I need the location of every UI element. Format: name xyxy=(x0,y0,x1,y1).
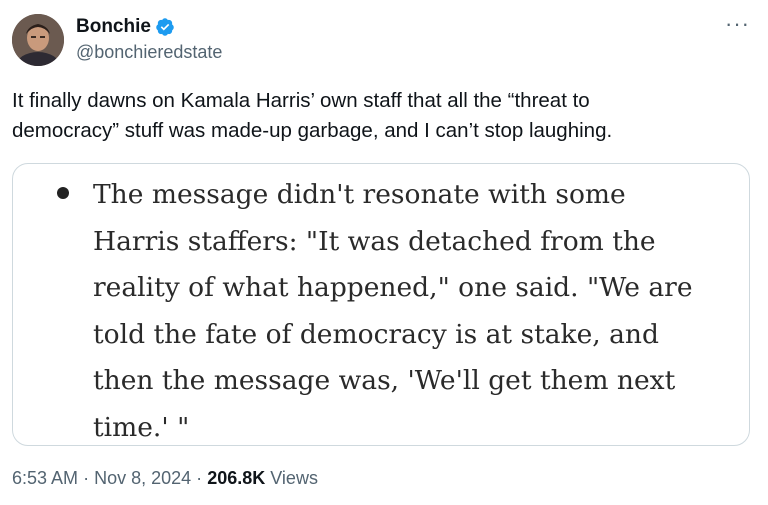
more-options-icon[interactable]: ··· xyxy=(725,13,750,35)
quote-text: The message didn't resonate with some Ha… xyxy=(93,172,733,445)
avatar[interactable] xyxy=(12,14,64,66)
meta-separator: · xyxy=(196,468,203,488)
author-handle[interactable]: @bonchieredstate xyxy=(76,42,222,63)
quote-line: The message didn't resonate with some xyxy=(93,179,626,210)
tweet: Bonchie @bonchieredstate ··· It finally … xyxy=(0,0,768,505)
quote-line: reality of what happened," one said. "We… xyxy=(93,272,693,303)
avatar-image xyxy=(12,14,64,66)
tweet-meta: 6:53 AM · Nov 8, 2024 · 206.8K Views xyxy=(12,468,318,489)
quoted-image-card[interactable]: The message didn't resonate with some Ha… xyxy=(12,163,750,446)
tweet-date[interactable]: Nov 8, 2024 xyxy=(94,468,191,488)
views-label: Views xyxy=(270,468,318,488)
tweet-header: Bonchie @bonchieredstate ··· xyxy=(12,12,756,68)
display-name[interactable]: Bonchie xyxy=(76,16,151,38)
display-name-row: Bonchie xyxy=(76,14,222,40)
views-count: 206.8K xyxy=(207,468,266,488)
author-names: Bonchie @bonchieredstate xyxy=(76,14,222,63)
meta-separator: · xyxy=(83,468,90,488)
verified-badge-icon[interactable] xyxy=(155,17,175,37)
quote-line: Harris staffers: "It was detached from t… xyxy=(93,225,656,257)
tweet-time[interactable]: 6:53 AM xyxy=(12,468,78,488)
tweet-text: It finally dawns on Kamala Harris’ own s… xyxy=(12,89,613,142)
quote-line: told the fate of democracy is at stake, … xyxy=(93,318,659,350)
quote-line: then the message was, 'We'll get them ne… xyxy=(93,365,676,396)
bullet-icon xyxy=(57,187,69,199)
quote-line: time.' " xyxy=(93,411,190,443)
